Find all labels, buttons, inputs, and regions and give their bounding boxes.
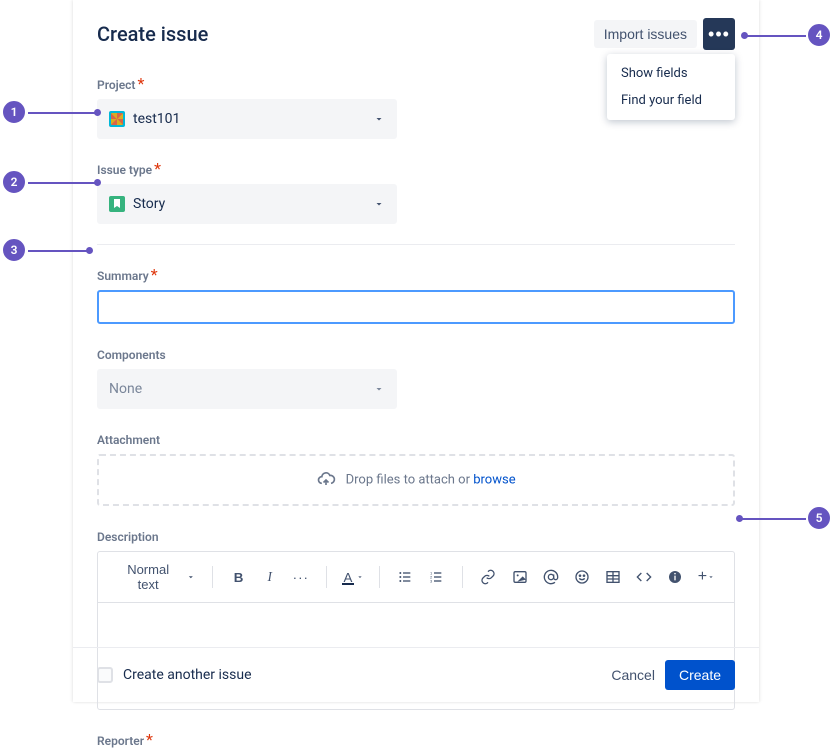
chevron-down-icon: [373, 380, 385, 399]
callout-4-dot: [741, 32, 748, 39]
callout-2-dot: [94, 179, 101, 186]
issue-type-field: Issue type* Story: [97, 159, 735, 224]
create-button[interactable]: Create: [665, 660, 735, 690]
more-formatting-button[interactable]: ···: [287, 563, 314, 591]
callout-3-line: [28, 250, 88, 252]
import-issues-button[interactable]: Import issues: [594, 20, 697, 48]
create-another-checkbox[interactable]: [97, 667, 113, 683]
project-label: Project: [97, 78, 135, 92]
toolbar-separator: [462, 566, 463, 588]
more-dropdown: Show fields Find your field: [607, 54, 735, 120]
callout-3: 3: [2, 238, 26, 262]
dropzone-text: Drop files to attach or: [346, 472, 474, 487]
modal-footer: Create another issue Cancel Create: [73, 647, 759, 702]
chevron-down-icon: [373, 110, 385, 129]
text-style-button[interactable]: Normal text: [112, 558, 200, 596]
browse-link[interactable]: browse: [473, 472, 515, 487]
callout-5: 5: [807, 506, 831, 530]
callout-3-dot: [86, 247, 93, 254]
project-avatar-icon: [109, 111, 125, 127]
bullet-list-button[interactable]: [392, 563, 419, 591]
more-options-button[interactable]: •••: [703, 18, 735, 50]
bold-button[interactable]: B: [225, 563, 252, 591]
callout-5-dot: [736, 515, 743, 522]
callout-1-dot: [94, 109, 101, 116]
issue-type-value: Story: [133, 196, 373, 212]
text-color-button[interactable]: A: [339, 563, 366, 591]
required-star: *: [137, 74, 144, 93]
show-fields-item[interactable]: Show fields: [607, 60, 735, 87]
italic-button[interactable]: I: [256, 563, 283, 591]
attachment-field: Attachment Drop files to attach or brows…: [97, 429, 735, 506]
chevron-down-icon: [356, 573, 364, 581]
image-button[interactable]: [506, 563, 533, 591]
numbered-list-button[interactable]: 123: [423, 563, 450, 591]
components-field: Components None: [97, 344, 735, 409]
insert-more-button[interactable]: +: [693, 563, 720, 591]
text-style-value: Normal text: [116, 562, 180, 592]
attachment-label: Attachment: [97, 433, 160, 447]
chevron-down-icon: [707, 573, 715, 581]
link-button[interactable]: [475, 563, 502, 591]
code-button[interactable]: [631, 563, 658, 591]
callout-2: 2: [2, 170, 26, 194]
required-star: *: [146, 730, 153, 749]
callout-1: 1: [2, 100, 26, 124]
summary-field: Summary*: [97, 265, 735, 324]
attachment-dropzone[interactable]: Drop files to attach or browse: [97, 454, 735, 506]
modal-header: Create issue Import issues ••• Show fiel…: [97, 18, 735, 50]
cancel-button[interactable]: Cancel: [611, 667, 655, 683]
find-field-item[interactable]: Find your field: [607, 87, 735, 114]
summary-label: Summary: [97, 269, 149, 283]
emoji-button[interactable]: [568, 563, 595, 591]
toolbar-separator: [212, 566, 213, 588]
callout-2-line: [28, 182, 97, 184]
reporter-label: Reporter: [97, 734, 144, 748]
story-icon: [109, 196, 125, 212]
project-value: test101: [133, 111, 373, 127]
required-star: *: [151, 265, 158, 284]
issue-type-select[interactable]: Story: [97, 184, 397, 224]
info-button[interactable]: [662, 563, 689, 591]
callout-5-line: [740, 518, 806, 520]
components-value: None: [109, 381, 373, 397]
mention-button[interactable]: [537, 563, 564, 591]
svg-text:3: 3: [430, 578, 433, 583]
components-select[interactable]: None: [97, 369, 397, 409]
table-button[interactable]: [599, 563, 626, 591]
upload-cloud-icon: [316, 470, 336, 490]
required-star: *: [154, 159, 161, 178]
summary-input[interactable]: [97, 290, 735, 324]
toolbar-separator: [326, 566, 327, 588]
description-label: Description: [97, 530, 159, 544]
callout-4-line: [744, 35, 806, 37]
reporter-field: Reporter*: [97, 730, 735, 749]
chevron-down-icon: [186, 572, 196, 582]
callout-4: 4: [807, 23, 831, 47]
callout-1-line: [28, 112, 97, 114]
issue-type-label: Issue type: [97, 163, 152, 177]
project-select[interactable]: test101: [97, 99, 397, 139]
section-divider: [97, 244, 735, 245]
chevron-down-icon: [373, 195, 385, 214]
create-issue-modal: Create issue Import issues ••• Show fiel…: [73, 0, 759, 702]
editor-toolbar: Normal text B I ··· A: [98, 552, 734, 603]
components-label: Components: [97, 348, 166, 362]
create-another-label: Create another issue: [123, 667, 252, 683]
modal-title: Create issue: [97, 22, 208, 46]
toolbar-separator: [379, 566, 380, 588]
